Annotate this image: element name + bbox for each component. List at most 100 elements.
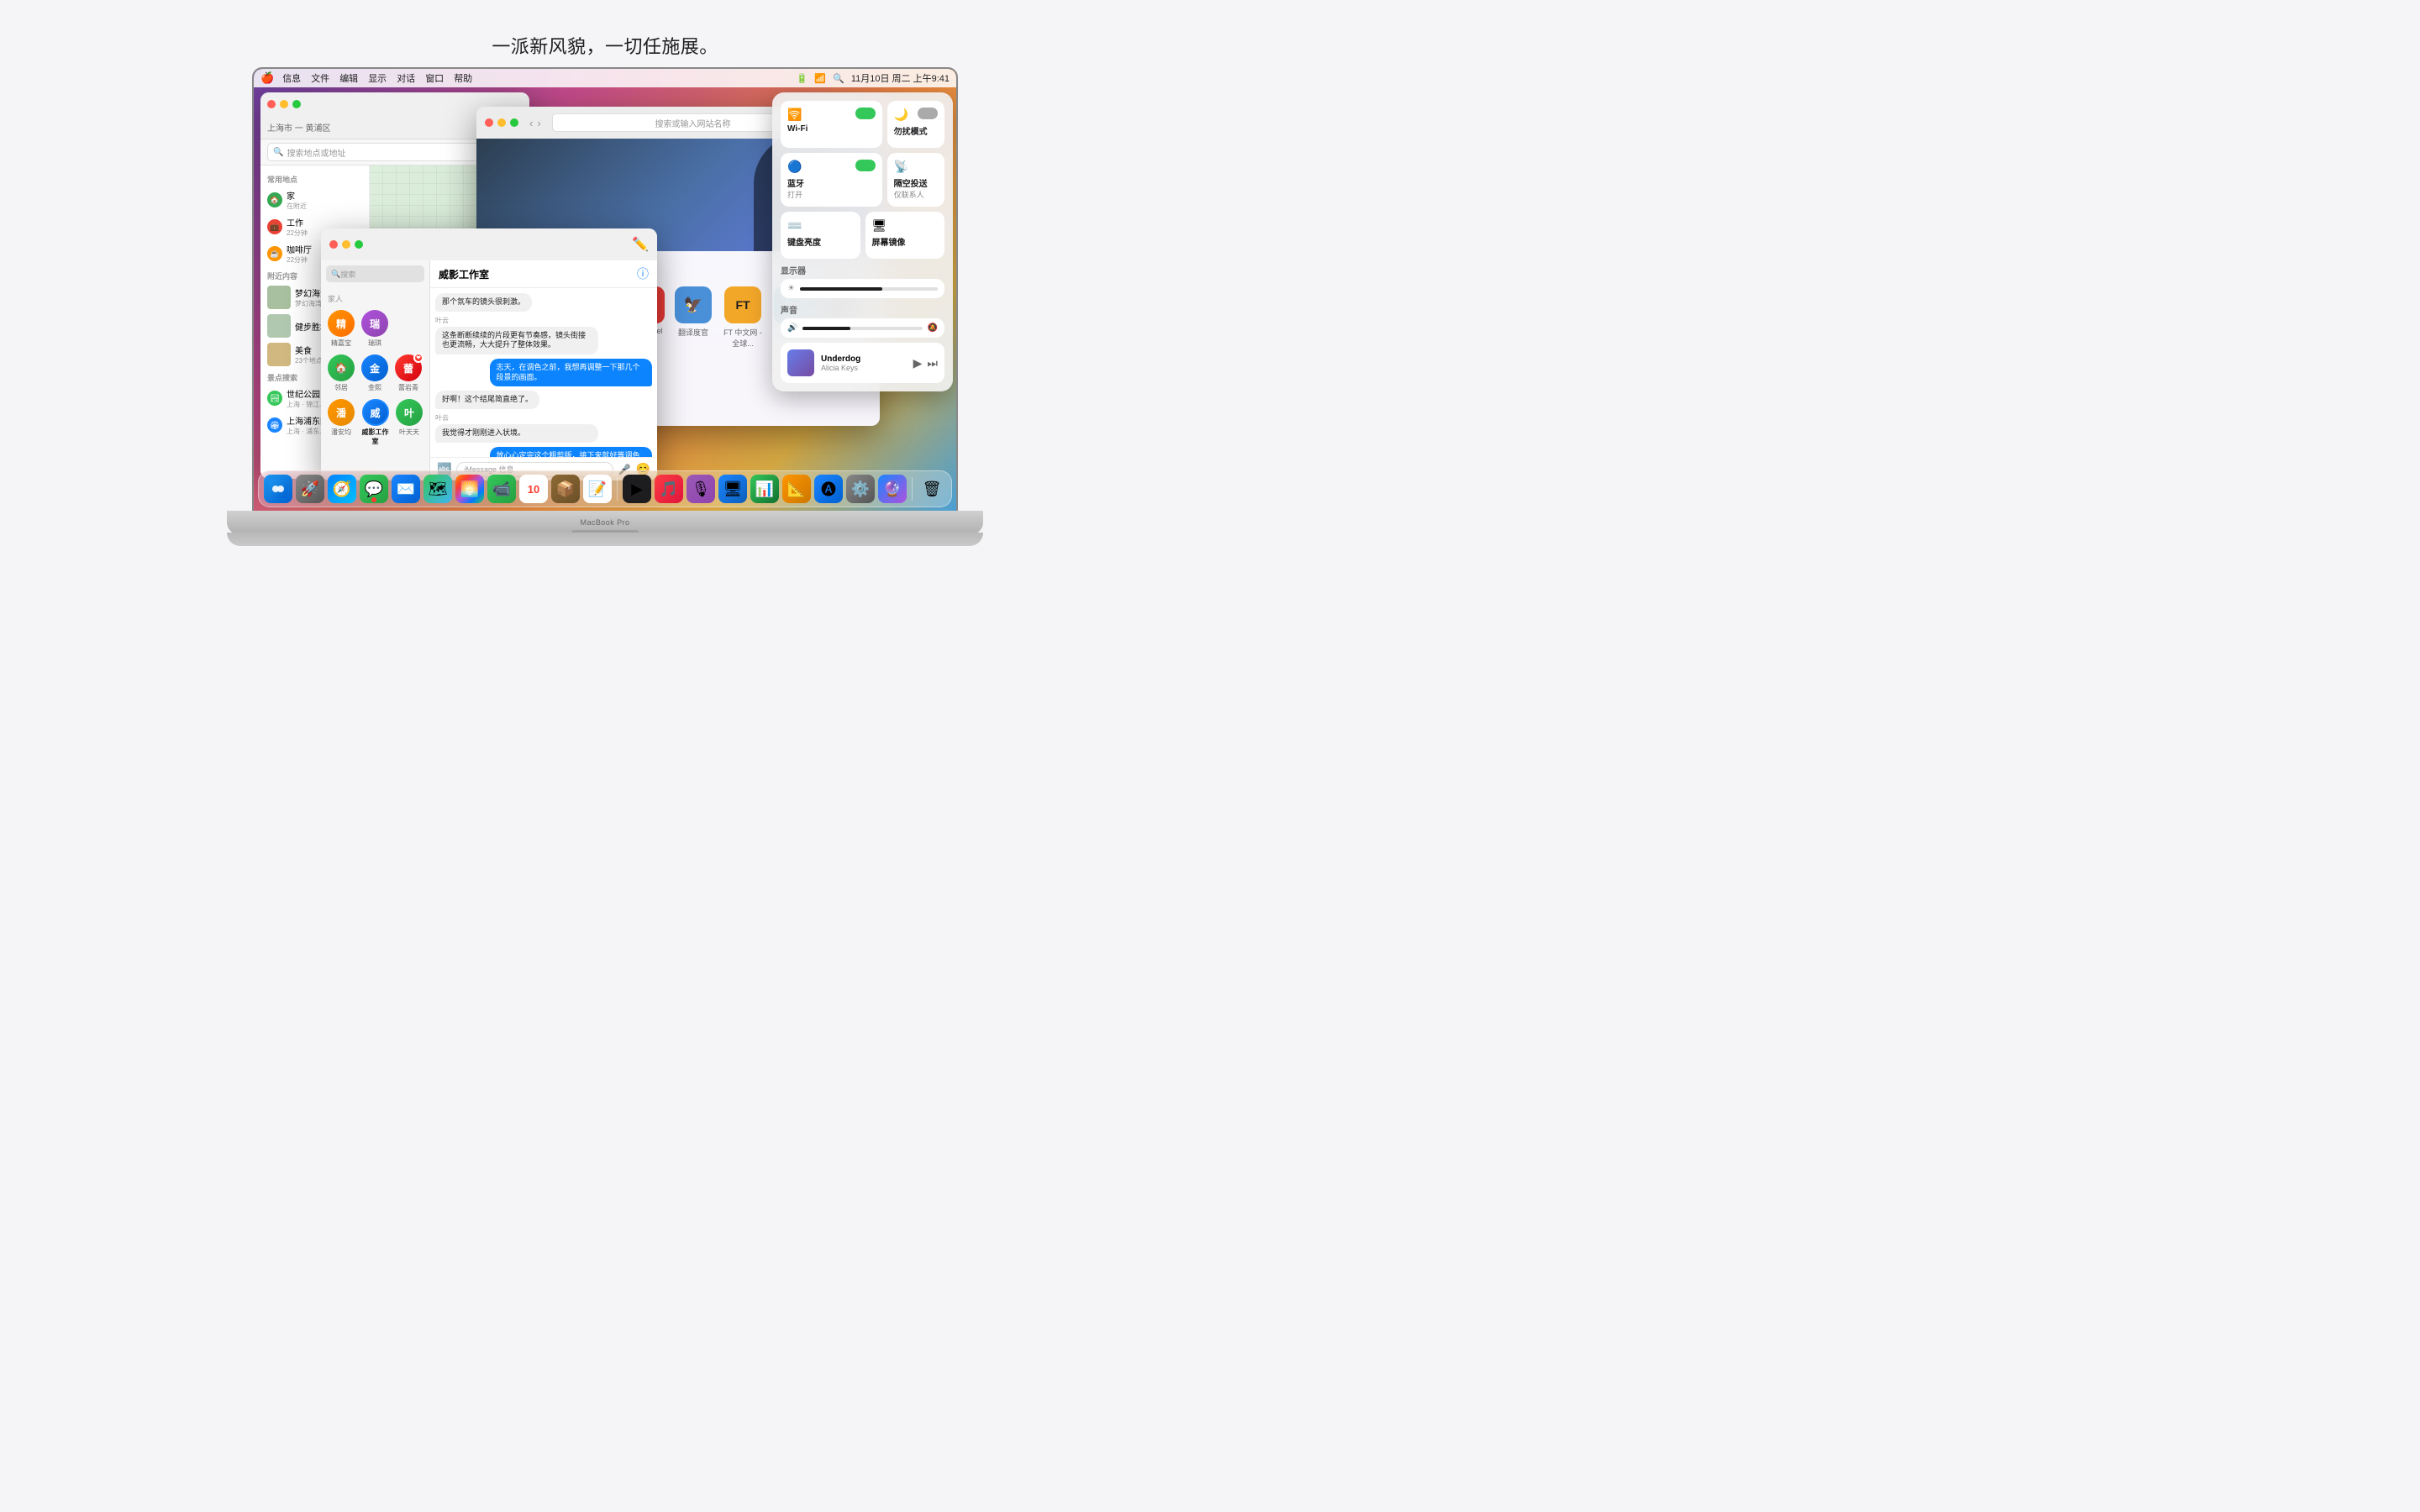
- maximize-button[interactable]: [292, 100, 301, 108]
- search-icon[interactable]: 🔍: [833, 73, 844, 84]
- maps-home-sub: 在附近: [287, 202, 307, 211]
- wifi-icon[interactable]: 📶: [814, 73, 826, 84]
- dnd-toggle[interactable]: [918, 108, 938, 119]
- dock-messages[interactable]: 💬: [360, 475, 388, 503]
- messages-minimize[interactable]: [342, 240, 350, 249]
- airdrop-sub: 仅联系人: [894, 189, 938, 200]
- maps-home[interactable]: 🏠 家 在附近: [260, 186, 369, 213]
- dock-podcasts[interactable]: 🎙: [687, 475, 715, 503]
- dock-trash[interactable]: 🗑: [918, 475, 946, 503]
- sound-mute-icon[interactable]: 🔕: [928, 323, 938, 333]
- safari-close[interactable]: [485, 118, 493, 127]
- messages-info-icon[interactable]: ⓘ: [637, 265, 649, 282]
- cc-album-art: [787, 349, 814, 376]
- dock-keynote[interactable]: 📐: [782, 475, 811, 503]
- dock-photos[interactable]: 🌅: [455, 475, 484, 503]
- msg-1-sender: 叶云: [435, 316, 652, 325]
- menu-info[interactable]: 信息: [282, 71, 301, 85]
- close-button[interactable]: [267, 100, 276, 108]
- messages-avatars-row-1: 精 精嘉宝 瑞 瑞琪: [321, 307, 429, 351]
- compose-icon[interactable]: ✏️: [632, 236, 649, 253]
- cc-bluetooth-tile[interactable]: 🔵 蓝牙 打开: [781, 153, 882, 207]
- bluetooth-toggle[interactable]: [855, 160, 876, 171]
- wifi-toggle[interactable]: [855, 108, 876, 119]
- cc-mirror-tile[interactable]: 🖥 屏幕镜像: [865, 212, 945, 259]
- contact-jinxi[interactable]: 金: [361, 354, 388, 381]
- menu-file[interactable]: 文件: [311, 71, 329, 85]
- dock-siri[interactable]: 🔮: [878, 475, 907, 503]
- dock-screen[interactable]: 🖥: [718, 475, 747, 503]
- dock-reminders[interactable]: 📝: [583, 475, 612, 503]
- dock-facetime[interactable]: 📹: [487, 475, 516, 503]
- home-icon: 🏠: [267, 192, 282, 207]
- ft-bookmark-icon: FT: [724, 286, 761, 323]
- ft-bookmark-label: FT 中文网 - 全球...: [722, 327, 764, 349]
- messages-layout: 🔍 搜索 家人 精 精嘉宝: [321, 260, 657, 480]
- messages-chat-header: 威影工作室 ⓘ: [430, 260, 657, 288]
- msg-1-group: 叶云 这条断断续续的片段更有节奏感，镜头街接也更流畅，大大提升了整体效果。: [435, 316, 652, 354]
- cc-track-artist: Alicia Keys: [821, 364, 907, 372]
- safari-nav: ‹ ›: [529, 117, 541, 129]
- contact-jingjiabao[interactable]: 精: [328, 310, 355, 337]
- dock-appstore[interactable]: 🅐: [814, 475, 843, 503]
- contact-panyanjun[interactable]: 潘: [328, 399, 355, 426]
- menu-help[interactable]: 帮助: [454, 71, 472, 85]
- messages-maximize[interactable]: [355, 240, 363, 249]
- display-brightness-icon: ☀: [787, 284, 795, 293]
- safari-traffic-lights: [485, 118, 518, 127]
- dock-maps[interactable]: 🗺: [424, 475, 452, 503]
- dock-music[interactable]: 🎵: [655, 475, 683, 503]
- contact-yetiantian[interactable]: 叶: [396, 399, 423, 426]
- contact-weying[interactable]: 威: [362, 399, 389, 426]
- minimize-button[interactable]: [280, 100, 288, 108]
- skip-forward-icon[interactable]: ⏭: [927, 356, 938, 370]
- page-headline: 一派新风貌，一切任施展。: [0, 0, 1210, 59]
- cc-keyboard-tile[interactable]: ⌨️ 键盘亮度: [781, 212, 860, 259]
- cc-second-row: 🔵 蓝牙 打开 📡 隔空投送 仅联系人: [781, 153, 944, 207]
- messages-close[interactable]: [329, 240, 338, 249]
- dock-calendar[interactable]: 10: [519, 475, 548, 503]
- messages-avatars-row-2: 🏠 邻居 金 金熙 蕾 ❤ 蕾岩青: [321, 351, 429, 396]
- keyboard-tile-icon: ⌨️: [787, 218, 854, 233]
- bluetooth-sub: 打开: [787, 189, 876, 200]
- menu-edit[interactable]: 编辑: [339, 71, 358, 85]
- safari-forward[interactable]: ›: [537, 117, 540, 129]
- safari-bookmark-fanyi[interactable]: 🦅 翻译度官: [675, 286, 712, 349]
- menu-display[interactable]: 显示: [368, 71, 387, 85]
- safari-bookmark-ft[interactable]: FT FT 中文网 - 全球...: [722, 286, 764, 349]
- msg-0-text: 那个氛车的镜头很刺激。: [442, 297, 525, 307]
- dock-numbers[interactable]: 📊: [750, 475, 779, 503]
- dock-misc[interactable]: 📦: [551, 475, 580, 503]
- battery-icon[interactable]: 🔋: [797, 73, 808, 84]
- dock-mail[interactable]: ✉️: [392, 475, 420, 503]
- control-center: 🛜 Wi-Fi 🌙 勿扰模式 🔵 蓝牙 打开: [772, 92, 953, 391]
- play-pause-icon[interactable]: ▶: [913, 356, 923, 370]
- dock-appletv[interactable]: ▶: [623, 475, 651, 503]
- cc-dnd-tile[interactable]: 🌙 勿扰模式: [887, 101, 944, 148]
- messages-search-input[interactable]: 🔍 搜索: [326, 265, 424, 282]
- work-icon: 💼: [267, 219, 282, 234]
- dock-safari[interactable]: 🧭: [328, 475, 356, 503]
- maps-nearby-sub-2: 23个地点: [295, 356, 323, 365]
- search-placeholder: 搜索: [340, 269, 355, 280]
- dock-settings[interactable]: ⚙️: [846, 475, 875, 503]
- apple-menu[interactable]: 🍎: [260, 71, 274, 85]
- dock-finder[interactable]: [264, 475, 292, 503]
- menu-dialog[interactable]: 对话: [397, 71, 415, 85]
- contact-neighbor[interactable]: 🏠: [328, 354, 355, 381]
- cc-display-slider: ☀: [781, 279, 944, 298]
- maps-favorites-title: 常用地点: [260, 171, 369, 186]
- menu-window[interactable]: 窗口: [425, 71, 444, 85]
- safari-minimize[interactable]: [497, 118, 506, 127]
- safari-back[interactable]: ‹: [529, 117, 533, 129]
- sound-slider-fill: [802, 327, 850, 330]
- cc-airdrop-tile[interactable]: 📡 隔空投送 仅联系人: [887, 153, 944, 207]
- dock-launchpad[interactable]: 🚀: [296, 475, 324, 503]
- sound-slider[interactable]: [802, 327, 922, 330]
- cc-track-title: Underdog: [821, 354, 907, 364]
- keyboard-title: 键盘亮度: [787, 235, 854, 248]
- cc-wifi-tile[interactable]: 🛜 Wi-Fi: [781, 101, 882, 148]
- safari-maximize[interactable]: [510, 118, 518, 127]
- display-slider[interactable]: [800, 287, 938, 291]
- contact-ruiqi[interactable]: 瑞: [361, 310, 388, 337]
